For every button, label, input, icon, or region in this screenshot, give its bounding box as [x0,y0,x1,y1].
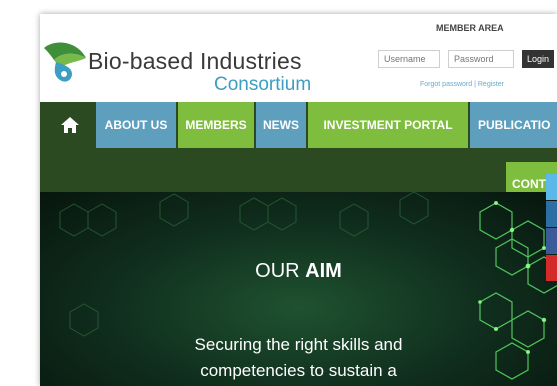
home-icon[interactable] [60,116,80,134]
hero-heading: OUR AIM [40,260,557,283]
hero-heading-bold: AIM [305,260,342,282]
register-link[interactable]: Register [478,81,504,88]
member-area-title: MEMBER AREA [436,23,504,33]
site-logo[interactable]: Bio-based Industries Consortium [40,26,340,96]
nav-item-members[interactable]: MEMBERS [178,102,254,148]
hero-tagline-line-1: Securing the right skills and [194,335,403,354]
member-area: MEMBER AREA Login Forgot password | Regi… [376,14,557,104]
hero-banner: OUR AIM Securing the right skills and co… [40,192,557,386]
nav-item-investment-portal[interactable]: INVESTMENT PORTAL [308,102,468,148]
youtube-icon[interactable] [546,255,557,281]
nav-item-about-us[interactable]: ABOUT US [96,102,176,148]
logo-title: Bio-based Industries [88,48,302,74]
username-input[interactable] [378,50,440,68]
account-links: Forgot password | Register [420,81,504,88]
hero-tagline: Securing the right skills and competenci… [40,332,557,384]
logo-subtitle: Consortium [214,74,312,95]
linkedin-icon[interactable] [546,201,557,227]
twitter-icon[interactable] [546,174,557,200]
nav-item-news[interactable]: NEWS [256,102,306,148]
hero-heading-prefix: OUR [255,260,300,282]
login-button[interactable]: Login [522,50,554,68]
password-input[interactable] [448,50,514,68]
leaf-drop-logo-icon [44,42,86,82]
main-nav: ABOUT US MEMBERS NEWS INVESTMENT PORTAL … [40,102,557,148]
browser-page: Bio-based Industries Consortium MEMBER A… [40,14,557,386]
nav-item-publications[interactable]: PUBLICATIO [470,102,557,148]
link-separator: | [474,81,476,88]
hero-tagline-line-2: competencies to sustain a [200,361,397,380]
facebook-icon[interactable] [546,228,557,254]
secondary-nav-bar [40,148,557,192]
social-sidebar [546,174,557,282]
forgot-password-link[interactable]: Forgot password [420,81,472,88]
